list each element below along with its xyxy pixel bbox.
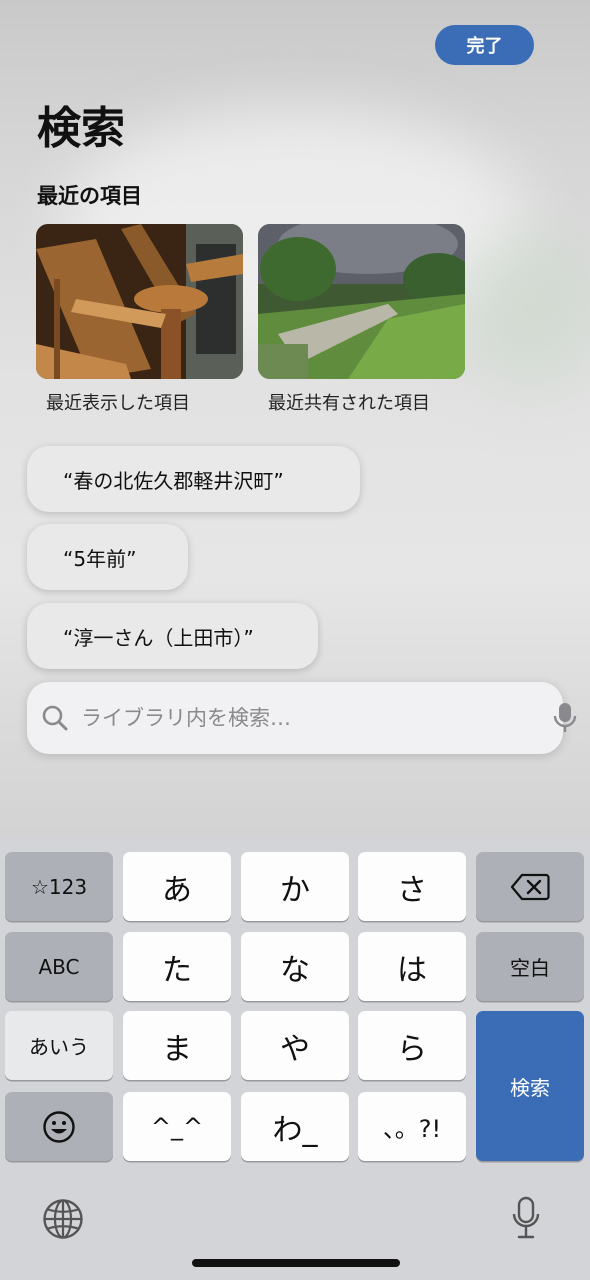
numbers-symbols-key[interactable]: ☆123 [5, 852, 113, 921]
abc-key[interactable]: ABC [5, 932, 113, 1001]
kana-key-a[interactable]: あ [123, 852, 231, 921]
recently-shared-thumbnail[interactable] [258, 224, 465, 379]
hiragana-mode-key[interactable]: あいう [5, 1011, 113, 1080]
done-button[interactable]: 完了 [435, 25, 534, 65]
suggestion-chip[interactable]: “淳一さん（上田市）” [27, 603, 318, 669]
kana-key-wa[interactable]: わ_ [241, 1092, 349, 1161]
search-icon [42, 705, 68, 731]
suggestion-chip[interactable]: “5年前” [27, 524, 188, 590]
delete-key[interactable] [476, 852, 584, 921]
delete-icon [510, 873, 550, 900]
page-title: 検索 [37, 103, 125, 154]
emoji-key[interactable] [5, 1092, 113, 1161]
dictation-icon[interactable] [511, 1196, 541, 1240]
kaomoji-key[interactable]: ^_^ [123, 1092, 231, 1161]
kana-key-na[interactable]: な [241, 932, 349, 1001]
emoji-icon [43, 1110, 75, 1143]
kana-key-sa[interactable]: さ [358, 852, 466, 921]
kana-key-ma[interactable]: ま [123, 1011, 231, 1080]
kana-key-ha[interactable]: は [358, 932, 466, 1001]
search-key[interactable]: 検索 [476, 1011, 584, 1161]
globe-icon[interactable] [42, 1198, 84, 1240]
microphone-icon[interactable] [553, 702, 577, 734]
kana-key-ra[interactable]: ら [358, 1011, 466, 1080]
recent-items-heading: 最近の項目 [37, 184, 142, 208]
punctuation-key[interactable]: 、。?! [358, 1092, 466, 1161]
suggestion-chip[interactable]: “春の北佐久郡軽井沢町” [27, 446, 360, 512]
search-input[interactable] [81, 696, 511, 740]
recently-viewed-thumbnail[interactable] [36, 224, 243, 379]
kana-key-ya[interactable]: や [241, 1011, 349, 1080]
recently-shared-label: 最近共有された項目 [268, 393, 430, 414]
search-bar [27, 682, 577, 754]
kana-key-ta[interactable]: た [123, 932, 231, 1001]
home-indicator [192, 1259, 400, 1267]
space-key[interactable]: 空白 [476, 932, 584, 1001]
kana-key-ka[interactable]: か [241, 852, 349, 921]
recently-viewed-label: 最近表示した項目 [46, 393, 190, 414]
